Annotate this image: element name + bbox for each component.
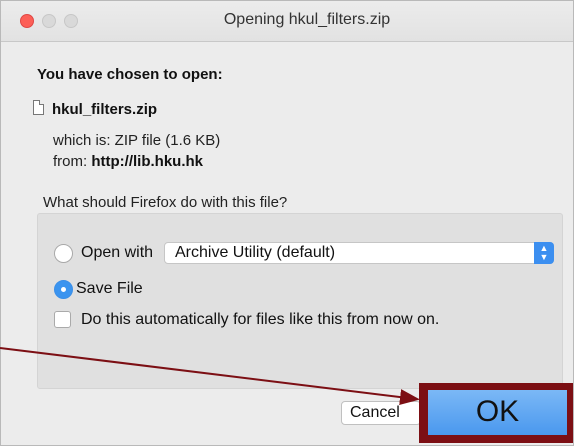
- save-file-label: Save File: [76, 280, 143, 297]
- ok-button-highlight: OK: [419, 383, 573, 443]
- save-file-radio[interactable]: [54, 280, 73, 299]
- document-icon: [33, 100, 44, 115]
- file-name-row: hkul_filters.zip: [33, 100, 157, 118]
- dialog-content: You have chosen to open: hkul_filters.zi…: [1, 42, 573, 445]
- open-with-label: Open with: [81, 244, 154, 261]
- window-title: Opening hkul_filters.zip: [223, 11, 391, 28]
- open-with-radio[interactable]: [54, 244, 73, 263]
- ok-button[interactable]: OK: [428, 390, 567, 435]
- dialog-heading: You have chosen to open:: [37, 66, 223, 83]
- app-select-value: Archive Utility (default): [175, 244, 336, 261]
- from-url: http://lib.hku.hk: [91, 153, 203, 170]
- auto-action-checkbox[interactable]: [54, 311, 71, 328]
- cancel-button[interactable]: Cancel: [341, 401, 421, 425]
- app-select[interactable]: Archive Utility (default) ▲ ▼: [164, 242, 554, 264]
- action-question: What should Firefox do with this file?: [43, 194, 288, 211]
- from-label: from:: [53, 153, 88, 170]
- file-type-info: which is: ZIP file (1.6 KB): [53, 132, 221, 149]
- download-dialog-window: Opening hkul_filters.zip You have chosen…: [0, 0, 574, 446]
- file-source-info: from: http://lib.hku.hk: [53, 153, 203, 170]
- options-group: Open with Archive Utility (default) ▲ ▼ S…: [37, 213, 563, 389]
- auto-action-label: Do this automatically for files like thi…: [81, 311, 440, 328]
- chevron-up-down-icon[interactable]: ▲ ▼: [534, 242, 554, 264]
- file-name: hkul_filters.zip: [52, 101, 158, 118]
- title-bar: Opening hkul_filters.zip: [1, 1, 573, 42]
